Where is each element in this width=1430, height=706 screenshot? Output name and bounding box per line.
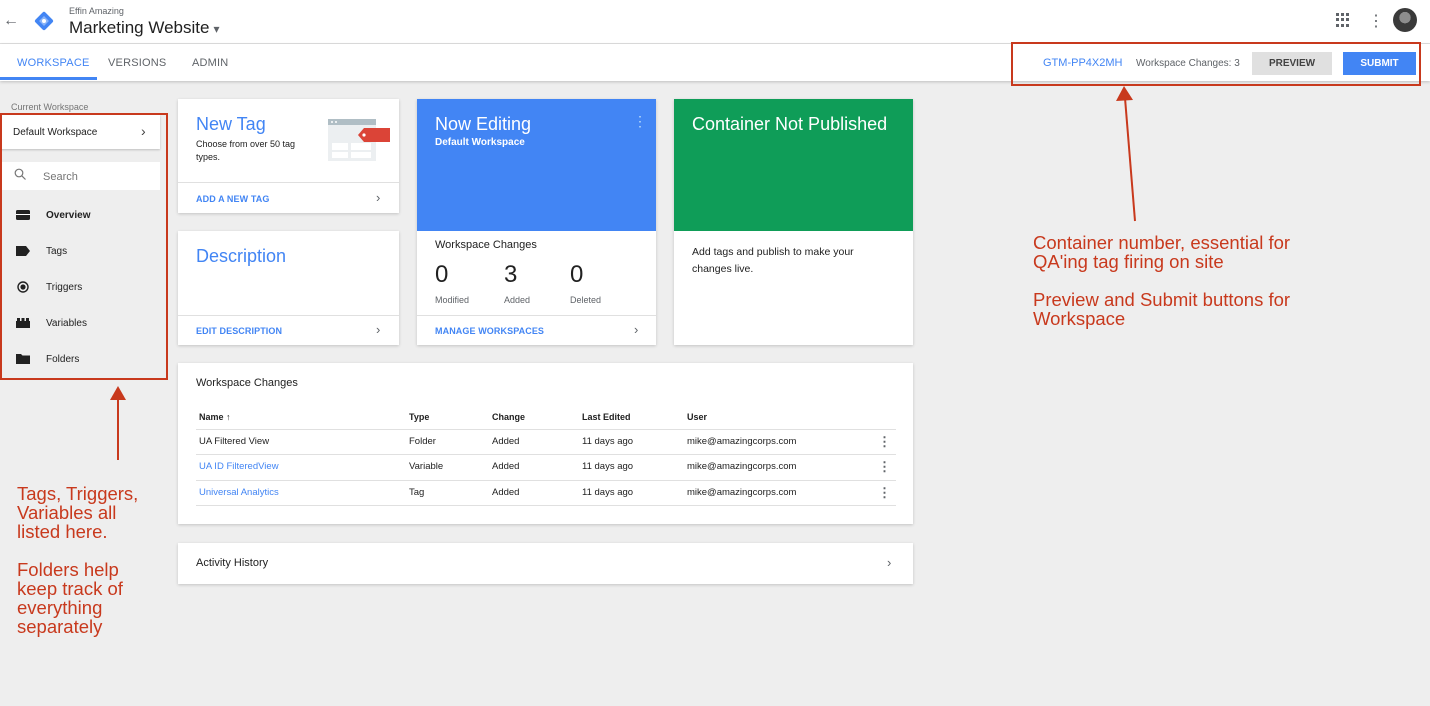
annotation-line: listed here.: [17, 521, 108, 542]
annotation-arrows: [110, 86, 1136, 460]
annotation-line: Folders help: [17, 559, 119, 580]
annotation-line: QA'ing tag firing on site: [1033, 251, 1224, 272]
annotation-line: Tags, Triggers,: [17, 483, 139, 504]
annotation-arrowhead-toolbar: [1116, 86, 1133, 101]
annotation-arrowhead-sidebar: [110, 386, 126, 400]
annotation-line: separately: [17, 616, 103, 637]
annotation-line: Preview and Submit buttons for: [1033, 289, 1291, 310]
annotation-line: Workspace: [1033, 308, 1126, 329]
annotation-line: everything: [17, 597, 103, 618]
annotation-line: Variables all: [17, 502, 117, 523]
annotation-text-left: Tags, Triggers, Variables all listed her…: [17, 484, 138, 636]
annotation-line: keep track of: [17, 578, 123, 599]
annotation-arrow-toolbar: [1124, 97, 1136, 222]
annotation-line: Container number, essential for: [1033, 232, 1291, 253]
annotation-text-right: Container number, essential for QA'ing t…: [1033, 233, 1290, 328]
